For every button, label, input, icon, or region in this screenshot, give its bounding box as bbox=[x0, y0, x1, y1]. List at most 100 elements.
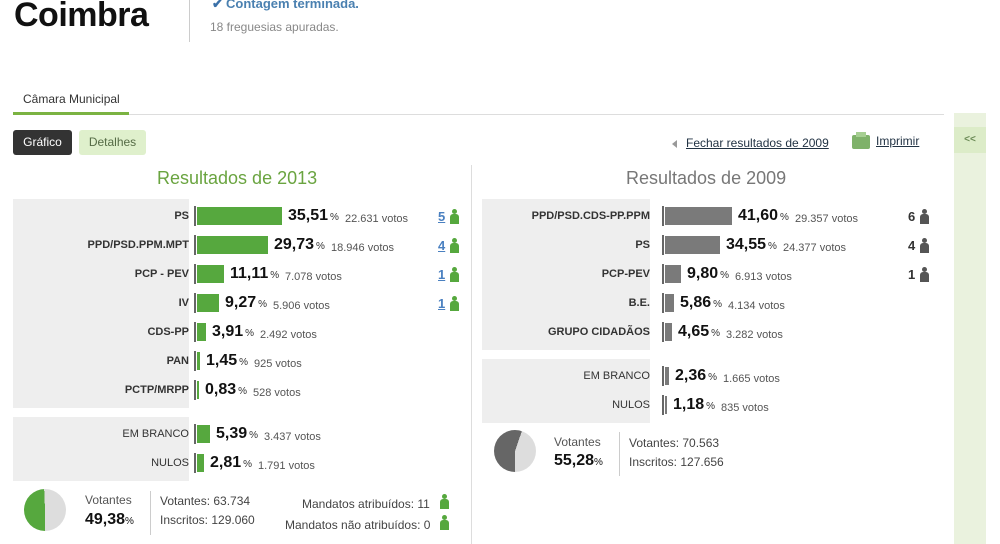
party-row: PCP - PEV bbox=[13, 260, 189, 289]
pct-number: 1,45 bbox=[206, 352, 238, 369]
pct-bar bbox=[197, 207, 282, 225]
print-label: Imprimir bbox=[876, 134, 920, 148]
close-2009-label: Fechar resultados de 2009 bbox=[686, 136, 829, 150]
pct-bar bbox=[665, 396, 667, 414]
person-icon-body bbox=[920, 214, 929, 224]
party-name: PS bbox=[635, 239, 650, 251]
pct-number: 3,91 bbox=[212, 323, 244, 340]
pct-value: 9,27% bbox=[225, 294, 267, 312]
sidebar-toggle-button[interactable]: << bbox=[954, 127, 986, 153]
pct-symbol: % bbox=[720, 270, 730, 281]
party-row: EM BRANCO bbox=[482, 362, 650, 391]
pct-value: 3,91% bbox=[212, 323, 254, 341]
printer-icon bbox=[852, 131, 870, 149]
pct-symbol: % bbox=[713, 299, 723, 310]
party-name: NULOS bbox=[151, 457, 189, 469]
value-axis-line bbox=[194, 264, 196, 284]
pct-symbol: % bbox=[780, 212, 789, 223]
party-row: NULOS bbox=[482, 391, 650, 420]
person-icon-body bbox=[450, 214, 459, 224]
tab-camara-municipal[interactable]: Câmara Municipal bbox=[13, 90, 129, 115]
pct-symbol: % bbox=[708, 372, 718, 383]
detalhes-button[interactable]: Detalhes bbox=[79, 130, 146, 155]
pct-symbol: % bbox=[316, 241, 325, 252]
votantes-label-2009: Votantes bbox=[554, 435, 601, 449]
turnout-pct-symbol-2009: % bbox=[594, 457, 603, 468]
value-axis-line bbox=[194, 453, 196, 473]
pct-number: 2,36 bbox=[675, 367, 707, 384]
party-row: IV bbox=[13, 289, 189, 318]
party-row: PAN bbox=[13, 347, 189, 376]
pct-value: 29,73% bbox=[274, 236, 325, 254]
pct-number: 11,11 bbox=[230, 265, 269, 282]
seats-count[interactable]: 4 bbox=[438, 238, 445, 253]
pct-number: 35,51 bbox=[288, 207, 329, 224]
column-divider bbox=[471, 165, 472, 544]
pct-bar bbox=[197, 294, 219, 312]
seats-count[interactable]: 1 bbox=[438, 296, 445, 311]
summary-divider-2013 bbox=[150, 491, 151, 535]
pct-bar bbox=[197, 381, 199, 399]
mandatos-atribuidos-text: Mandatos atribuídos: 11 bbox=[302, 497, 430, 511]
pct-value: 34,55% bbox=[726, 236, 777, 254]
votantes-label-2013: Votantes bbox=[85, 493, 132, 507]
party-name: EM BRANCO bbox=[583, 370, 650, 382]
party-row: PPD/PSD.CDS-PP.PPM bbox=[482, 202, 650, 231]
pct-bar bbox=[197, 352, 200, 370]
party-name: PPD/PSD.PPM.MPT bbox=[87, 239, 189, 251]
party-row: PCP-PEV bbox=[482, 260, 650, 289]
seats-count[interactable]: 1 bbox=[438, 267, 445, 282]
pct-value: 11,11% bbox=[230, 265, 279, 283]
pct-value: 1,18% bbox=[673, 396, 715, 414]
turnout-pie-2009 bbox=[494, 430, 536, 472]
votes-count: 22.631 votos bbox=[345, 213, 408, 225]
turnout-pct-2009: 55,28% bbox=[554, 452, 603, 470]
seats-count[interactable]: 5 bbox=[438, 209, 445, 224]
grafico-button[interactable]: Gráfico bbox=[13, 130, 72, 155]
close-2009-link[interactable]: Fechar resultados de 2009 bbox=[672, 136, 829, 150]
pct-number: 29,73 bbox=[274, 236, 315, 253]
pct-symbol: % bbox=[768, 241, 777, 252]
side-panel: << bbox=[954, 113, 986, 544]
person-icon bbox=[450, 296, 459, 311]
party-name: PCP-PEV bbox=[601, 268, 650, 280]
results-2009-title: Resultados de 2009 bbox=[626, 168, 787, 188]
value-axis-line bbox=[662, 264, 664, 284]
header-divider bbox=[189, 0, 190, 42]
pct-value: 9,80% bbox=[687, 265, 729, 283]
pct-bar bbox=[665, 294, 674, 312]
inscritos-count-2009: Inscritos: 127.656 bbox=[629, 455, 724, 469]
party-name: EM BRANCO bbox=[122, 428, 189, 440]
pct-symbol: % bbox=[258, 299, 268, 310]
party-row: CDS-PP bbox=[13, 318, 189, 347]
pct-value: 0,83% bbox=[205, 381, 247, 399]
pct-symbol: % bbox=[330, 212, 339, 223]
pct-symbol: % bbox=[249, 430, 259, 441]
pct-bar bbox=[665, 265, 681, 283]
seats-count: 6 bbox=[908, 209, 916, 224]
party-row: PPD/PSD.PPM.MPT bbox=[13, 231, 189, 260]
pct-number: 34,55 bbox=[726, 236, 767, 253]
party-row: PCTP/MRPP bbox=[13, 376, 189, 405]
party-row: PS bbox=[13, 202, 189, 231]
votes-count: 24.377 votos bbox=[783, 242, 846, 254]
summary-divider-2009 bbox=[619, 432, 620, 476]
value-axis-line bbox=[194, 235, 196, 255]
party-row: B.E. bbox=[482, 289, 650, 318]
party-name: PS bbox=[174, 210, 189, 222]
pct-number: 1,18 bbox=[673, 396, 705, 413]
pct-value: 5,86% bbox=[680, 294, 722, 312]
value-axis-line bbox=[662, 293, 664, 313]
party-name: PCTP/MRPP bbox=[124, 384, 189, 396]
party-name: GRUPO CIDADÃOS bbox=[547, 326, 650, 338]
votes-count: 3.437 votos bbox=[264, 431, 321, 443]
pct-symbol: % bbox=[270, 270, 280, 281]
print-link[interactable]: Imprimir bbox=[852, 131, 920, 149]
mandatos-nao-atribuidos: Mandatos não atribuídos: 0 bbox=[285, 518, 430, 532]
pct-number: 4,65 bbox=[678, 323, 710, 340]
pct-bar bbox=[197, 323, 206, 341]
pct-number: 9,80 bbox=[687, 265, 719, 282]
votantes-count-2009: Votantes: 70.563 bbox=[629, 436, 720, 450]
pct-bar bbox=[665, 323, 672, 341]
party-row: GRUPO CIDADÃOS bbox=[482, 318, 650, 347]
